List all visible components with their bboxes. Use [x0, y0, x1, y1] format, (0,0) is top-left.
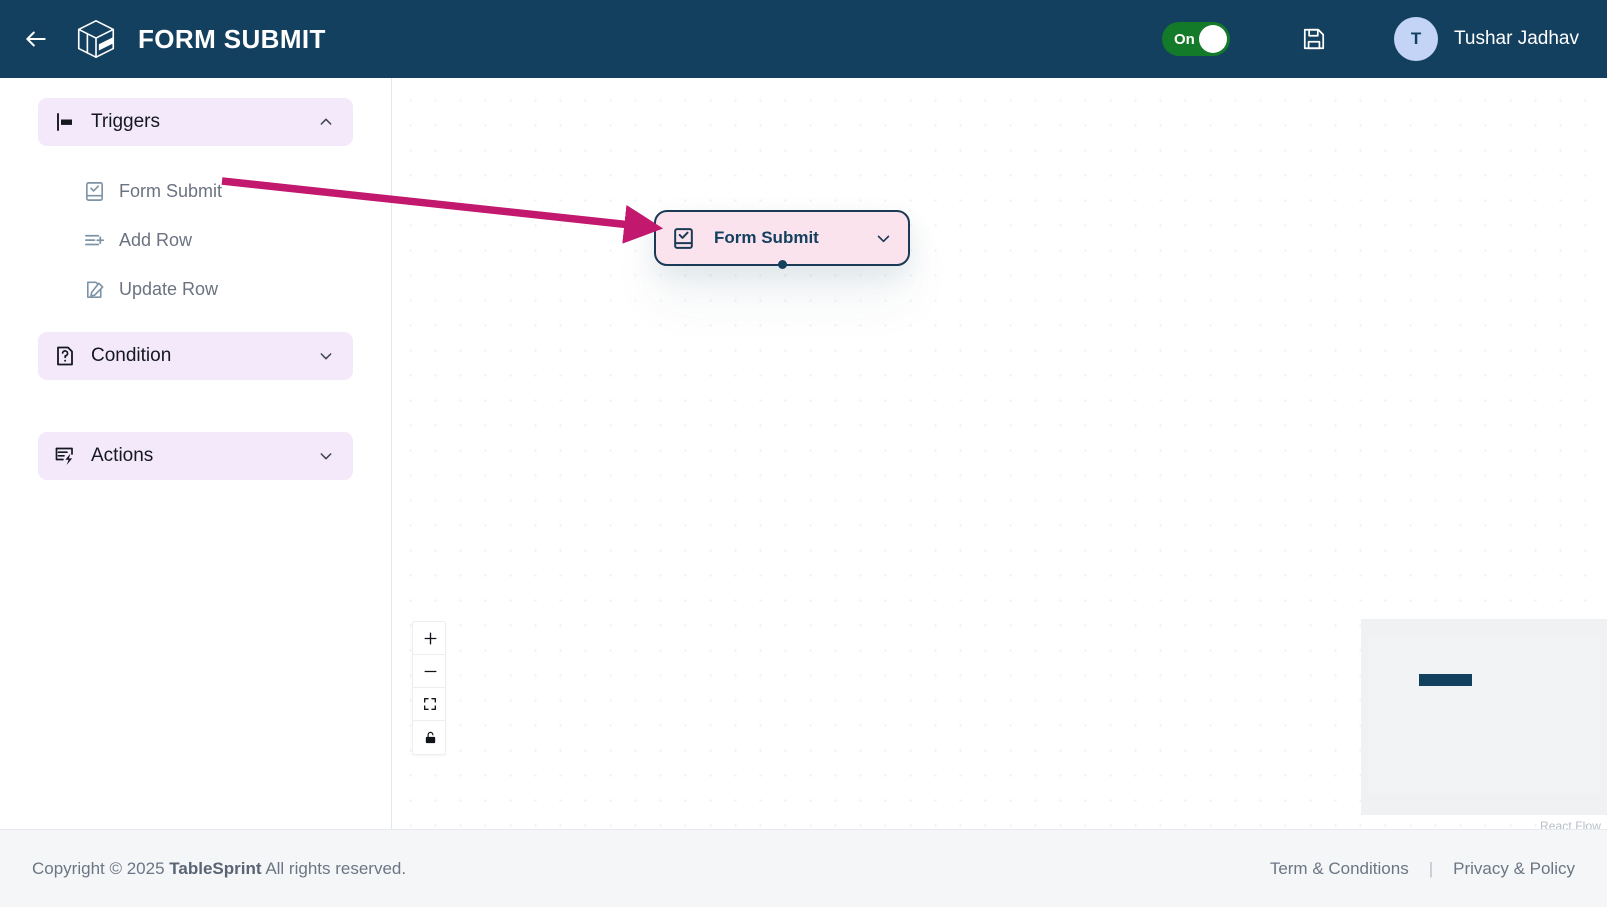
- update-row-icon: [82, 277, 106, 301]
- toggle-interactivity-button[interactable]: [413, 721, 445, 754]
- plus-icon: [424, 632, 436, 644]
- user-menu[interactable]: T Tushar Jadhav: [1394, 17, 1579, 61]
- workflow-canvas[interactable]: Form Submit React Flow: [392, 78, 1607, 829]
- chevron-down-icon[interactable]: [874, 229, 892, 247]
- footer-separator: |: [1428, 858, 1434, 878]
- page-title: FORM SUBMIT: [138, 23, 326, 54]
- back-button[interactable]: [14, 17, 58, 61]
- user-name: Tushar Jadhav: [1454, 28, 1579, 49]
- toggle-label: On: [1174, 30, 1195, 48]
- app-header: FORM SUBMIT On T Tushar Jadhav: [0, 0, 1607, 78]
- fit-view-button[interactable]: [413, 688, 445, 721]
- sidebar-item-label: Update Row: [119, 278, 219, 299]
- cube-logo-icon: [72, 15, 120, 63]
- sidebar-section-condition[interactable]: Condition: [38, 332, 353, 380]
- minus-icon: [424, 670, 436, 672]
- sidebar-section-label: Actions: [91, 445, 154, 466]
- question-document-icon: [52, 343, 78, 369]
- sidebar-section-triggers[interactable]: Triggers: [38, 98, 353, 146]
- sidebar-item-label: Add Row: [119, 229, 193, 250]
- sidebar-item-label: Form Submit: [119, 180, 223, 201]
- zoom-in-button[interactable]: [413, 622, 445, 655]
- add-row-icon: [82, 228, 106, 252]
- app-root: FORM SUBMIT On T Tushar Jadhav Triggers …: [0, 0, 1607, 907]
- copyright-suffix: All rights reserved.: [261, 858, 407, 878]
- privacy-link[interactable]: Privacy & Policy: [1453, 859, 1575, 879]
- sidebar-item-form-submit[interactable]: Form Submit: [42, 171, 353, 211]
- form-submit-icon: [82, 179, 106, 203]
- zoom-out-button[interactable]: [413, 655, 445, 688]
- app-body: Triggers Form Submit Add Row Update Row …: [0, 78, 1607, 829]
- sidebar-item-update-row[interactable]: Update Row: [42, 269, 353, 309]
- sidebar-section-label: Triggers: [91, 111, 160, 132]
- action-lightning-icon: [52, 443, 78, 469]
- minimap-viewport-mask: [1368, 637, 1600, 793]
- fit-view-icon: [424, 698, 436, 710]
- copyright-prefix: Copyright © 2025: [32, 858, 170, 878]
- workflow-node-form-submit[interactable]: Form Submit: [654, 210, 910, 269]
- sidebar-triggers-children: Form Submit Add Row Update Row: [38, 162, 353, 332]
- app-footer: Copyright © 2025 TableSprint All rights …: [0, 829, 1607, 907]
- save-button[interactable]: [1294, 19, 1334, 59]
- floppy-save-icon: [1303, 28, 1325, 50]
- form-submit-icon: [670, 225, 696, 251]
- flag-icon: [52, 109, 78, 135]
- terms-link[interactable]: Term & Conditions: [1270, 859, 1409, 879]
- react-flow-attribution[interactable]: React Flow: [1540, 819, 1601, 829]
- arrow-left-icon: [26, 31, 46, 47]
- chevron-down-icon: [317, 347, 335, 365]
- sidebar: Triggers Form Submit Add Row Update Row …: [0, 78, 392, 829]
- minimap-node: [1419, 674, 1472, 686]
- minimap[interactable]: [1361, 619, 1607, 815]
- workflow-enable-toggle[interactable]: On: [1162, 22, 1231, 56]
- workflow-node-label: Form Submit: [714, 228, 819, 247]
- chevron-up-icon: [317, 113, 335, 131]
- brand-name: TableSprint: [169, 858, 262, 878]
- sidebar-section-actions[interactable]: Actions: [38, 432, 353, 480]
- toggle-knob: [1199, 25, 1228, 53]
- node-source-handle[interactable]: [777, 259, 787, 269]
- chevron-down-icon: [317, 447, 335, 465]
- zoom-controls: [412, 621, 446, 755]
- sidebar-item-add-row[interactable]: Add Row: [42, 220, 353, 260]
- copyright-text: Copyright © 2025 TableSprint All rights …: [32, 859, 406, 879]
- sidebar-section-label: Condition: [91, 345, 172, 366]
- lock-icon: [425, 731, 435, 744]
- avatar: T: [1394, 17, 1439, 61]
